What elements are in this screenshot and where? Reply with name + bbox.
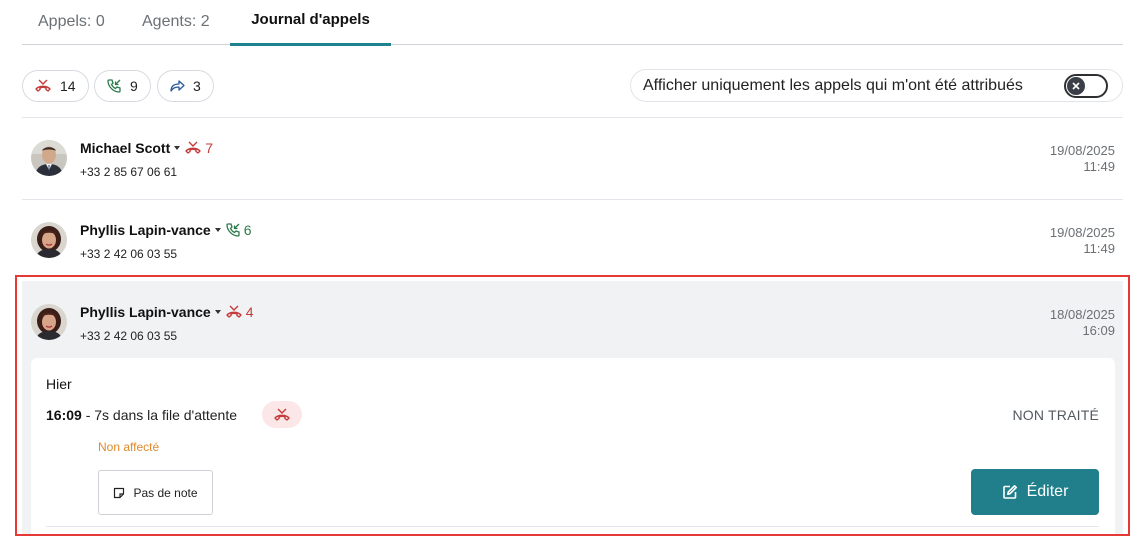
- toggle-off-icon: [1067, 77, 1085, 95]
- chevron-down-icon[interactable]: [174, 146, 181, 150]
- filter-forwarded-calls[interactable]: 3: [157, 70, 214, 102]
- call-time: 11:49: [1083, 241, 1115, 256]
- caller-name: Michael Scott: [80, 140, 171, 156]
- call-datetime: 19/08/2025 11:49: [1050, 225, 1115, 257]
- answered-count: 9: [130, 78, 138, 94]
- forward-arrow-icon: [170, 80, 185, 92]
- call-count: 7: [184, 140, 213, 156]
- tab-bar: Appels: 0 Agents: 2 Journal d'appels: [22, 0, 1123, 46]
- tab-agents[interactable]: Agents: 2: [142, 0, 210, 45]
- tab-call-log[interactable]: Journal d'appels: [230, 0, 391, 46]
- call-datetime: 19/08/2025 11:49: [1050, 143, 1115, 175]
- call-count-value: 7: [205, 140, 214, 156]
- call-row[interactable]: Michael Scott 7 +33 2 85 67 06 61 19/08/…: [22, 118, 1123, 198]
- call-row[interactable]: Phyllis Lapin-vance 6 +33 2 42 06 03 55 …: [22, 200, 1123, 280]
- call-date: 19/08/2025: [1049, 225, 1115, 240]
- chevron-down-icon[interactable]: [214, 228, 221, 232]
- only-assigned-filter: Afficher uniquement les appels qui m'ont…: [630, 69, 1123, 102]
- call-time: 11:49: [1083, 159, 1115, 174]
- call-count-value: 6: [243, 222, 252, 238]
- call-count: 6: [225, 222, 252, 238]
- missed-call-icon: [35, 79, 51, 92]
- avatar: [31, 222, 67, 258]
- caller-name-line: Michael Scott 7: [80, 140, 213, 156]
- only-assigned-label: Afficher uniquement les appels qui m'ont…: [643, 76, 1023, 94]
- answered-call-icon: [107, 79, 121, 93]
- missed-count: 14: [60, 78, 76, 94]
- caller-name: Phyllis Lapin-vance: [80, 222, 211, 238]
- forwarded-count: 3: [193, 78, 201, 94]
- filter-answered-calls[interactable]: 9: [94, 70, 151, 102]
- selected-call-highlight: [15, 275, 1130, 536]
- avatar: [31, 140, 67, 176]
- caller-name-line: Phyllis Lapin-vance 6: [80, 222, 252, 238]
- caller-phone: +33 2 42 06 03 55: [80, 247, 178, 261]
- only-assigned-toggle[interactable]: [1064, 74, 1108, 98]
- filter-missed-calls[interactable]: 14: [22, 70, 89, 102]
- call-date: 19/08/2025: [1049, 143, 1115, 158]
- answered-call-icon: [226, 223, 240, 237]
- caller-phone: +33 2 85 67 06 61: [80, 165, 178, 179]
- missed-call-icon: [185, 141, 201, 154]
- tab-calls[interactable]: Appels: 0: [38, 0, 105, 45]
